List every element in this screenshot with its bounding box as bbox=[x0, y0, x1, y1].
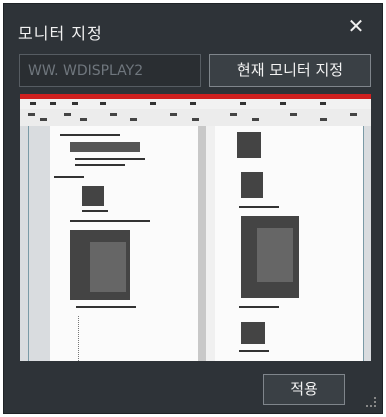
monitor-preview bbox=[20, 94, 371, 361]
dialog-title: 모니터 지정 bbox=[18, 24, 103, 43]
display-name-input[interactable] bbox=[19, 54, 201, 87]
preview-toolbar bbox=[20, 109, 371, 126]
resize-grip-icon[interactable] bbox=[366, 397, 376, 407]
preview-gutter bbox=[198, 126, 206, 361]
preview-margin-line bbox=[363, 126, 364, 361]
preview-gutter bbox=[206, 126, 215, 361]
assign-current-monitor-button[interactable]: 현재 모니터 지정 bbox=[209, 54, 371, 87]
preview-menu-bar bbox=[20, 99, 371, 109]
preview-page-left bbox=[50, 126, 198, 361]
apply-button[interactable]: 적용 bbox=[263, 374, 345, 405]
monitor-assign-dialog: 모니터 지정 ✕ 현재 모니터 지정 bbox=[3, 3, 383, 414]
preview-page-right bbox=[215, 126, 363, 361]
close-icon[interactable]: ✕ bbox=[346, 16, 366, 36]
preview-margin-line bbox=[28, 126, 29, 361]
